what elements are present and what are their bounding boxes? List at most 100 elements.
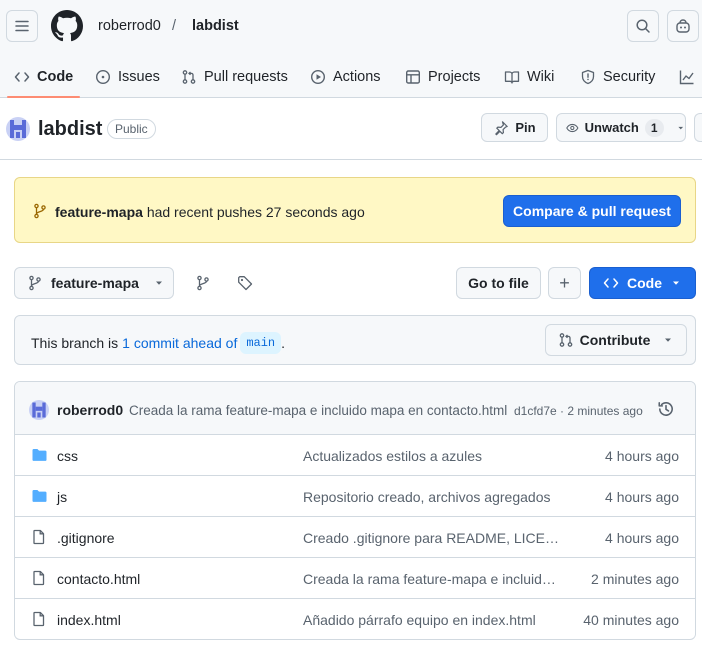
visibility-badge: Public xyxy=(107,119,156,139)
file-icon xyxy=(33,570,45,586)
pin-label: Pin xyxy=(515,120,536,135)
tab-projects[interactable]: Projects xyxy=(405,56,480,97)
branches-button[interactable] xyxy=(187,267,219,299)
file-name[interactable]: .gitignore xyxy=(57,529,115,547)
git-branch-icon xyxy=(34,203,46,219)
code-icon xyxy=(603,278,619,288)
identicon-icon xyxy=(6,117,30,141)
file-commit-message[interactable]: Añadido párrafo equipo en index.html xyxy=(303,611,559,629)
git-branch-icon xyxy=(29,275,41,291)
commit-message[interactable]: Creada la rama feature-mapa e incluido m… xyxy=(129,402,509,420)
app-header: roberrod0 / labdist Code Issues Pull req… xyxy=(0,0,702,98)
breadcrumb-owner[interactable]: roberrod0 xyxy=(98,17,161,35)
file-name[interactable]: css xyxy=(57,447,78,465)
ahead-suffix: . xyxy=(281,335,286,351)
pin-icon xyxy=(495,120,509,135)
folder-icon xyxy=(32,449,47,461)
history-icon[interactable] xyxy=(657,400,675,418)
tag-icon xyxy=(238,276,253,291)
identicon-icon xyxy=(29,400,49,420)
file-commit-message[interactable]: Repositorio creado, archivos agregados xyxy=(303,488,559,506)
tab-label: Pull requests xyxy=(204,68,288,85)
tab-label: Issues xyxy=(118,68,160,85)
tab-label: Code xyxy=(37,68,74,85)
branch-select[interactable]: feature-mapa xyxy=(14,267,174,299)
graph-icon xyxy=(679,70,694,84)
file-icon xyxy=(33,529,45,545)
compare-pull-request-button[interactable]: Compare & pull request xyxy=(503,195,681,227)
git-branch-icon xyxy=(197,275,209,291)
file-row[interactable]: js Repositorio creado, archivos agregado… xyxy=(15,476,695,517)
branch-ahead-text: This branch is 1 commit ahead of main . xyxy=(31,332,285,354)
add-file-button[interactable]: + xyxy=(548,267,581,299)
issue-opened-icon xyxy=(95,69,111,84)
file-row[interactable]: contacto.html Creada la rama feature-map… xyxy=(15,558,695,599)
copilot-button[interactable] xyxy=(667,10,699,42)
file-commit-time: 4 hours ago xyxy=(605,530,679,546)
watch-label: Unwatch xyxy=(584,120,639,135)
git-pull-request-icon xyxy=(182,69,196,84)
watch-button[interactable]: Unwatch 1 xyxy=(556,113,686,142)
banner-branch[interactable]: feature-mapa xyxy=(55,204,143,220)
file-commit-message[interactable]: Creada la rama feature-mapa e incluido m… xyxy=(303,570,559,588)
contribute-button[interactable]: Contribute xyxy=(545,324,687,356)
file-name[interactable]: contacto.html xyxy=(57,570,140,588)
file-commit-time: 4 hours ago xyxy=(605,489,679,505)
tags-button[interactable] xyxy=(229,267,261,299)
file-commit-message[interactable]: Creado .gitignore para README, LICENSE xyxy=(303,529,559,547)
breadcrumb-repo[interactable]: labdist xyxy=(192,17,239,35)
tab-code[interactable]: Code xyxy=(6,56,81,98)
tab-actions[interactable]: Actions xyxy=(310,56,381,97)
fork-button[interactable] xyxy=(694,113,702,142)
file-row[interactable]: .gitignore Creado .gitignore para README… xyxy=(15,517,695,558)
play-icon xyxy=(310,69,326,84)
tab-wiki[interactable]: Wiki xyxy=(504,56,554,97)
file-row[interactable]: index.html Añadido párrafo equipo en ind… xyxy=(15,599,695,639)
repo-title-row: labdist Public Pin Unwatch 1 xyxy=(0,99,702,160)
breadcrumb-separator: / xyxy=(172,18,177,34)
code-icon xyxy=(14,71,30,82)
code-button-label: Code xyxy=(627,275,662,291)
eye-icon xyxy=(566,123,579,132)
pin-button[interactable]: Pin xyxy=(481,113,548,142)
commit-meta[interactable]: d1cfd7e · 2 minutes ago xyxy=(514,403,643,419)
tab-label: Projects xyxy=(428,68,481,85)
go-to-file-button[interactable]: Go to file xyxy=(456,267,541,299)
file-name[interactable]: js xyxy=(57,488,67,506)
code-button[interactable]: Code xyxy=(589,267,696,299)
hamburger-icon xyxy=(15,20,29,32)
tab-insights[interactable] xyxy=(679,56,695,97)
triangle-down-icon xyxy=(665,338,672,342)
tab-security[interactable]: Security xyxy=(580,56,655,97)
tab-issues[interactable]: Issues xyxy=(95,56,160,97)
file-table: roberrod0 Creada la rama feature-mapa e … xyxy=(14,381,696,640)
file-name[interactable]: index.html xyxy=(57,611,121,629)
branch-ahead-box: This branch is 1 commit ahead of main . … xyxy=(14,315,696,365)
commit-author[interactable]: roberrod0 xyxy=(57,401,123,419)
branch-name: feature-mapa xyxy=(51,275,139,291)
table-icon xyxy=(406,69,421,84)
recent-pushes-banner: feature-mapa had recent pushes 27 second… xyxy=(14,177,696,243)
copilot-icon xyxy=(676,19,690,33)
commit-author-avatar[interactable] xyxy=(29,400,49,420)
file-row[interactable]: css Actualizados estilos a azules 4 hour… xyxy=(15,435,695,476)
base-branch-badge[interactable]: main xyxy=(240,332,282,354)
shield-icon xyxy=(581,69,595,84)
repo-name[interactable]: labdist xyxy=(38,117,102,141)
menu-button[interactable] xyxy=(6,10,38,42)
tab-label: Wiki xyxy=(527,68,555,85)
search-button[interactable] xyxy=(627,10,659,42)
folder-icon xyxy=(32,490,47,502)
repo-owner-avatar[interactable] xyxy=(6,117,30,141)
git-pull-request-icon xyxy=(559,333,572,347)
ahead-prefix: This branch is xyxy=(31,335,119,351)
ahead-commit-link[interactable]: 1 commit ahead of xyxy=(122,334,237,352)
tab-pull-requests[interactable]: Pull requests xyxy=(181,56,288,97)
watch-count: 1 xyxy=(644,118,664,137)
file-commit-message[interactable]: Actualizados estilos a azules xyxy=(303,447,559,465)
github-logo[interactable] xyxy=(51,10,83,42)
github-mark-icon xyxy=(51,10,83,42)
book-icon xyxy=(504,70,520,84)
search-icon xyxy=(636,19,650,33)
file-commit-time: 40 minutes ago xyxy=(583,612,679,628)
